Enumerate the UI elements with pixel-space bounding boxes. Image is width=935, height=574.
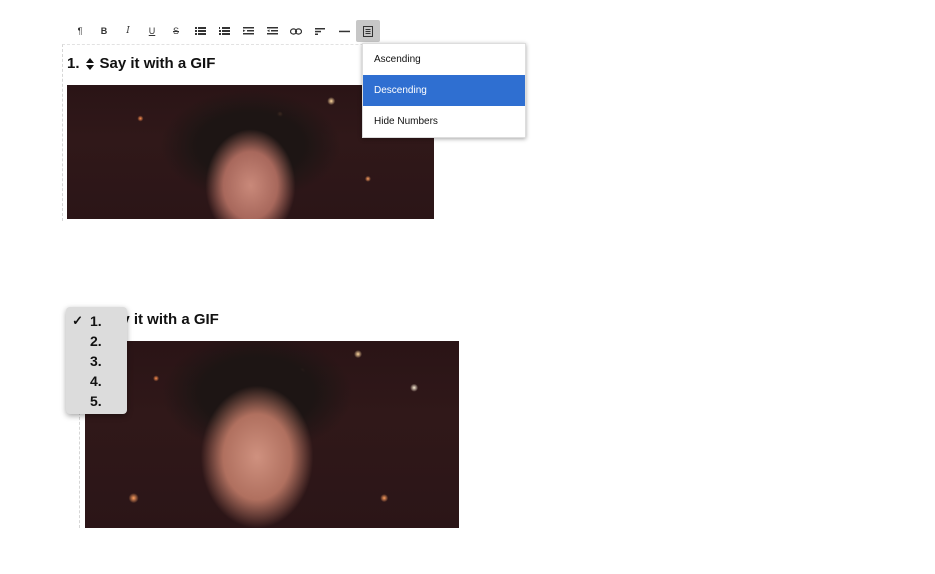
number-option-label: 1. bbox=[90, 313, 102, 329]
list-number[interactable]: 1. bbox=[67, 55, 80, 72]
align-left-button[interactable] bbox=[308, 20, 332, 42]
order-dropdown-menu: Ascending Descending Hide Numbers bbox=[362, 43, 526, 138]
formatting-toolbar: ¶ B I U S bbox=[68, 20, 380, 42]
order-option-descending[interactable]: Descending bbox=[363, 75, 525, 106]
horizontal-rule-button[interactable] bbox=[332, 20, 356, 42]
block-heading: 1. Say it with a GIF bbox=[67, 55, 215, 72]
bullet-list-button[interactable] bbox=[188, 20, 212, 42]
numbered-list-icon bbox=[218, 27, 230, 35]
align-left-icon bbox=[315, 27, 325, 35]
outdent-button[interactable] bbox=[260, 20, 284, 42]
underline-icon: U bbox=[148, 26, 156, 36]
gif-image-bottom bbox=[85, 341, 459, 528]
link-icon bbox=[290, 27, 302, 35]
number-option-label: 2. bbox=[90, 333, 102, 349]
italic-icon: I bbox=[126, 26, 130, 36]
italic-button[interactable]: I bbox=[116, 20, 140, 42]
number-option-2[interactable]: 2. bbox=[66, 331, 127, 351]
strikethrough-icon: S bbox=[172, 26, 179, 36]
indent-button[interactable] bbox=[236, 20, 260, 42]
checkmark-icon: ✓ bbox=[72, 313, 83, 328]
horizontal-rule-icon bbox=[338, 30, 350, 32]
order-option-ascending[interactable]: Ascending bbox=[363, 44, 525, 75]
paragraph-button[interactable]: ¶ bbox=[68, 20, 92, 42]
order-option-hide-numbers[interactable]: Hide Numbers bbox=[363, 106, 525, 137]
number-option-label: 3. bbox=[90, 353, 102, 369]
sort-arrows-icon[interactable] bbox=[85, 57, 94, 70]
numbered-list-button[interactable] bbox=[212, 20, 236, 42]
number-option-5[interactable]: 5. bbox=[66, 391, 127, 411]
number-option-label: 5. bbox=[90, 393, 102, 409]
block-title[interactable]: Say it with a GIF bbox=[100, 55, 216, 72]
indent-icon bbox=[242, 27, 254, 35]
strikethrough-button[interactable]: S bbox=[164, 20, 188, 42]
order-list-icon bbox=[363, 25, 373, 37]
number-picker-menu: ✓ 1. 2. 3. 4. 5. bbox=[66, 307, 127, 414]
bold-button[interactable]: B bbox=[92, 20, 116, 42]
bold-icon: B bbox=[100, 26, 108, 36]
outdent-icon bbox=[266, 27, 278, 35]
paragraph-icon: ¶ bbox=[77, 26, 83, 36]
order-list-button[interactable] bbox=[356, 20, 380, 42]
bullet-list-icon bbox=[194, 27, 206, 35]
number-option-4[interactable]: 4. bbox=[66, 371, 127, 391]
number-option-3[interactable]: 3. bbox=[66, 351, 127, 371]
editor-block-bottom bbox=[79, 412, 81, 528]
underline-button[interactable]: U bbox=[140, 20, 164, 42]
number-option-1[interactable]: ✓ 1. bbox=[66, 311, 127, 331]
block-title-bottom[interactable]: ay it with a GIF bbox=[113, 311, 219, 328]
link-button[interactable] bbox=[284, 20, 308, 42]
number-option-label: 4. bbox=[90, 373, 102, 389]
